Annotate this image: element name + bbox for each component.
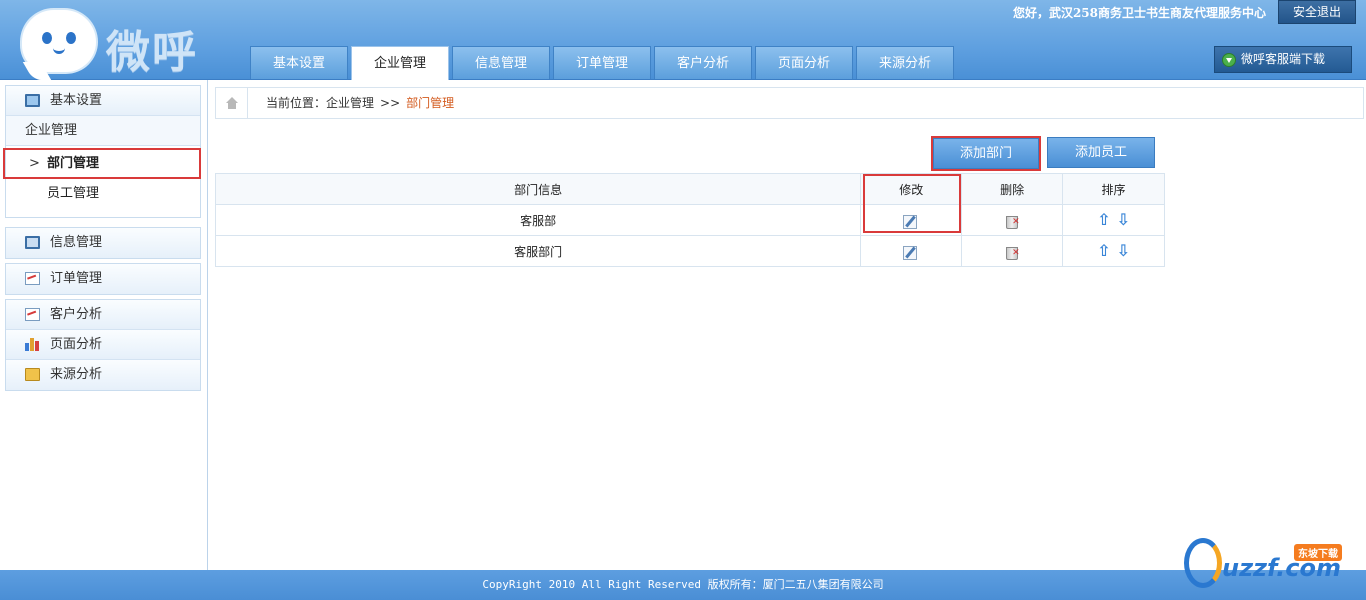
sidebar-item-page-analysis[interactable]: 页面分析: [6, 330, 200, 360]
breadcrumb: 当前位置：企业管理 >> 部门管理: [215, 87, 1364, 119]
sidebar-item-customer-analysis[interactable]: 客户分析: [6, 300, 200, 330]
sidebar-item-employee-management[interactable]: 员工管理: [6, 179, 200, 209]
info-icon: [25, 236, 40, 249]
department-table: 部门信息 修改 删除 排序 客服部 ⇧⇩ 客服部门 ⇧⇩: [214, 173, 1165, 267]
add-employee-button[interactable]: 添加员工: [1047, 137, 1155, 168]
download-icon: [1222, 53, 1236, 67]
sort-cell: ⇧ ⇩: [1062, 204, 1165, 236]
sidebar-group-analysis: 客户分析 页面分析 来源分析: [5, 299, 201, 391]
move-down-icon[interactable]: ⇩: [1117, 212, 1130, 228]
sidebar-item-department-management[interactable]: > 部门管理: [3, 148, 201, 179]
edit-cell: [860, 235, 963, 267]
sidebar-group-basic-enterprise: 基本设置 企业管理 > 部门管理 员工管理: [3, 85, 201, 218]
tab-enterprise-management[interactable]: 企业管理: [351, 46, 449, 80]
edit-cell: [860, 204, 963, 236]
table-header-row: 部门信息 修改 删除 排序: [214, 173, 1165, 205]
breadcrumb-path: 当前位置：企业管理 >> 部门管理: [266, 88, 454, 118]
sidebar-item-source-analysis[interactable]: 来源分析: [6, 360, 200, 390]
logo-bubble-icon: [22, 10, 96, 72]
sort-cell: ⇧ ⇩: [1062, 235, 1165, 267]
bar-chart-icon: [25, 338, 40, 351]
table-row: 客服部门 ⇧⇩: [214, 235, 1165, 267]
tab-source-analysis[interactable]: 来源分析: [856, 46, 954, 79]
home-icon: [226, 97, 238, 109]
delete-icon[interactable]: [1004, 244, 1020, 260]
breadcrumb-separator: >>: [380, 96, 401, 110]
sidebar-item-basic-settings[interactable]: 基本设置: [6, 86, 200, 116]
tab-basic-settings[interactable]: 基本设置: [250, 46, 348, 79]
chart-icon: [25, 308, 40, 321]
sidebar-item-label: 客户分析: [50, 307, 103, 322]
column-header-department-info: 部门信息: [214, 173, 862, 205]
greeting-text: 您好，武汉258商务卫士书生商友代理服务中心: [1012, 5, 1266, 20]
edit-icon[interactable]: [903, 213, 919, 229]
sidebar-section-enterprise: 企业管理: [6, 116, 200, 146]
logout-button[interactable]: 安全退出: [1278, 0, 1356, 24]
watermark-logo-icon: [1184, 538, 1222, 588]
app-logo[interactable]: 微呼: [18, 8, 208, 78]
folder-icon: [25, 368, 40, 381]
breadcrumb-prefix: 当前位置：: [266, 96, 327, 110]
column-header-edit: 修改: [860, 173, 963, 205]
delete-cell: [961, 204, 1064, 236]
tab-info-management[interactable]: 信息管理: [452, 46, 550, 79]
watermark-badge: 东坡下载: [1294, 544, 1342, 561]
breadcrumb-parent[interactable]: 企业管理: [326, 96, 374, 110]
delete-cell: [961, 235, 1064, 267]
delete-icon[interactable]: [1004, 213, 1020, 229]
sidebar-item-label: 基本设置: [50, 93, 103, 108]
user-bar: 您好，武汉258商务卫士书生商友代理服务中心 安全退出: [1013, 0, 1356, 24]
logo-text: 微呼: [106, 27, 198, 78]
move-up-icon[interactable]: ⇧: [1097, 243, 1110, 259]
sidebar: 基本设置 企业管理 > 部门管理 员工管理 信息管理 订单管理 客户分析 页面分…: [0, 80, 208, 570]
chevron-right-icon: >: [29, 156, 40, 171]
main-content: 当前位置：企业管理 >> 部门管理 添加部门 添加员工 部门信息 修改 删除 排序 …: [208, 80, 1366, 570]
tab-order-management[interactable]: 订单管理: [553, 46, 651, 79]
move-up-icon[interactable]: ⇧: [1097, 212, 1110, 228]
monitor-icon: [25, 94, 40, 107]
enterprise-submenu: > 部门管理 员工管理: [3, 146, 201, 217]
department-name: 客服部: [214, 204, 862, 236]
sidebar-item-label: 员工管理: [47, 186, 100, 201]
sidebar-item-order-management[interactable]: 订单管理: [6, 264, 200, 294]
tab-page-analysis[interactable]: 页面分析: [755, 46, 853, 79]
column-header-sort: 排序: [1062, 173, 1165, 205]
sidebar-item-label: 部门管理: [47, 156, 100, 171]
add-department-button[interactable]: 添加部门: [933, 138, 1039, 169]
site-watermark: uzzf.com 东坡下载: [1178, 534, 1358, 590]
breadcrumb-current: 部门管理: [406, 96, 455, 110]
sidebar-group-info: 信息管理: [5, 227, 201, 259]
main-nav-tabs: 基本设置 企业管理 信息管理 订单管理 客户分析 页面分析 来源分析: [250, 46, 957, 80]
sidebar-group-orders: 订单管理: [5, 263, 201, 295]
chart-icon: [25, 272, 40, 285]
sidebar-item-info-management[interactable]: 信息管理: [6, 228, 200, 258]
table-row: 客服部 ⇧⇩: [214, 204, 1165, 236]
tab-customer-analysis[interactable]: 客户分析: [654, 46, 752, 79]
sidebar-item-label: 信息管理: [50, 235, 103, 250]
column-header-delete: 删除: [961, 173, 1064, 205]
sidebar-item-label: 订单管理: [50, 271, 103, 286]
sidebar-item-label: 页面分析: [50, 337, 103, 352]
top-header: 微呼 您好，武汉258商务卫士书生商友代理服务中心 安全退出 基本设置 企业管理…: [0, 0, 1366, 80]
move-down-icon[interactable]: ⇩: [1117, 243, 1130, 259]
home-button[interactable]: [216, 88, 248, 118]
edit-icon[interactable]: [903, 244, 919, 260]
department-name: 客服部门: [214, 235, 862, 267]
client-download-button[interactable]: 微呼客服端下载: [1214, 46, 1352, 73]
sidebar-item-label: 来源分析: [50, 367, 103, 382]
client-download-label: 微呼客服端下载: [1241, 52, 1326, 66]
footer: CopyRight 2010 All Right Reserved 版权所有：厦…: [0, 570, 1366, 600]
